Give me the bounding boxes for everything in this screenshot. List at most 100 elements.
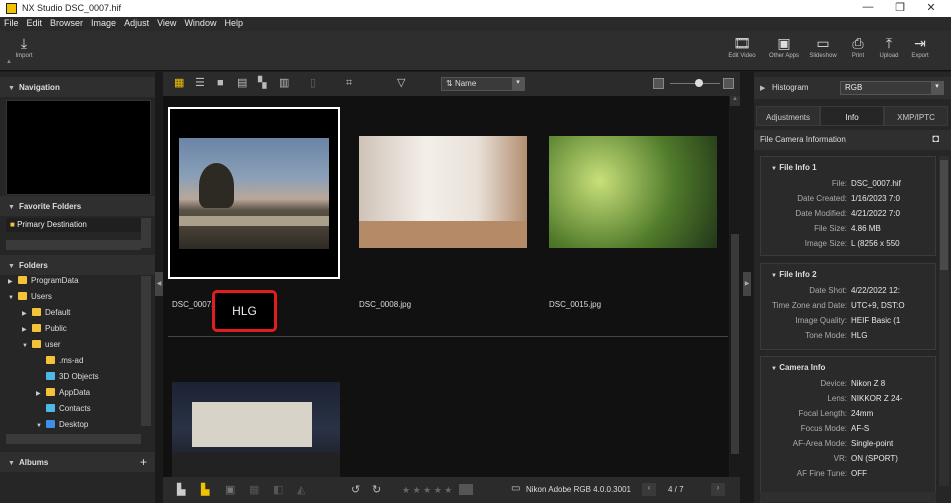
thumb-small-icon[interactable] <box>653 78 664 89</box>
minimize-button[interactable]: — <box>855 1 881 13</box>
info-vscroll[interactable] <box>939 156 949 486</box>
folder-user[interactable]: ▼ user <box>0 340 140 355</box>
collapse-icon: ▼ <box>8 460 15 467</box>
menu-image[interactable]: Image <box>87 17 120 29</box>
filter-icon[interactable]: ▽ <box>397 78 405 89</box>
tab-info[interactable]: Info <box>820 106 884 126</box>
folders-header[interactable]: ▼ Folders <box>0 255 155 275</box>
sort-select[interactable]: ⇅ Name ▾ <box>441 77 525 91</box>
scroll-thumb[interactable] <box>731 234 739 454</box>
camera-info-title[interactable]: ▼ Camera Info <box>771 363 825 372</box>
menu-file[interactable]: File <box>0 17 23 29</box>
tab-adjustments[interactable]: Adjustments <box>756 106 820 126</box>
folder-contacts[interactable]: Contacts <box>0 404 140 419</box>
collapse-arrow-icon[interactable]: ▲ <box>6 59 12 65</box>
filmstrip-icon[interactable]: ▤ <box>237 78 247 89</box>
collapse-right-icon[interactable]: ▶ <box>743 272 751 296</box>
upload-button[interactable]: ⤒ Upload <box>876 35 902 59</box>
ground-shape <box>172 452 340 477</box>
thumbnail-grid-icon[interactable]: ▦ <box>174 78 184 89</box>
rotate-right-icon[interactable]: ↻ <box>372 485 381 496</box>
import-button[interactable]: ⤓ Import <box>8 35 40 59</box>
info-row: Date Created: 1/16/2023 7:0 <box>761 194 937 206</box>
next-image-button[interactable]: › <box>711 483 725 496</box>
thumbnail-image[interactable] <box>172 382 340 477</box>
slideshow-label: Slideshow <box>809 53 837 59</box>
star-rating[interactable]: ★ ★ ★ ★ ★ <box>402 485 452 496</box>
info-value: DSC_0007.hif <box>851 179 901 188</box>
primary-destination-item[interactable]: ■ Primary Destination <box>6 218 141 232</box>
gallery-vscroll[interactable]: ▲ <box>730 96 740 477</box>
folder-icon <box>18 292 27 300</box>
fit-icon[interactable]: ⌗ <box>346 78 352 89</box>
close-button[interactable]: ✕ <box>918 1 944 14</box>
info-icon[interactable]: ▣ <box>225 485 235 496</box>
prev-image-button[interactable]: ‹ <box>642 483 656 496</box>
thumbnail-image[interactable] <box>549 136 717 248</box>
scroll-up-icon[interactable]: ▲ <box>730 96 740 106</box>
scroll-thumb[interactable] <box>940 160 948 270</box>
info-hscroll[interactable] <box>760 492 936 502</box>
compare-2-icon[interactable]: ▥ <box>279 78 289 89</box>
label-tool-icon[interactable]: ▙ <box>201 485 209 496</box>
info-value: OFF <box>851 469 867 478</box>
folder-users[interactable]: ▼ Users <box>0 292 140 307</box>
slideshow-button[interactable]: ▭ Slideshow <box>806 35 840 59</box>
histogram-header[interactable]: ▶ Histogram RGB ▾ <box>754 77 951 99</box>
thumbnail-list-icon[interactable]: ☰ <box>195 78 205 89</box>
file-info-1-title[interactable]: ▼ File Info 1 <box>771 163 817 172</box>
menu-edit[interactable]: Edit <box>23 17 47 29</box>
compare-icon[interactable]: ▚ <box>258 78 266 89</box>
thumb-large-icon[interactable] <box>723 78 734 89</box>
folder-public[interactable]: ▶ Public <box>0 324 140 339</box>
thumbnail-image[interactable] <box>359 136 527 248</box>
menu-browser[interactable]: Browser <box>46 17 87 29</box>
grid-icon[interactable]: ▦ <box>249 485 259 496</box>
tab-xmp-iptc[interactable]: XMP/IPTC <box>884 106 948 126</box>
print-button[interactable]: ⎙ Print <box>846 35 870 59</box>
favorite-folders-header[interactable]: ▼ Favorite Folders <box>0 196 155 216</box>
slider-handle[interactable] <box>695 79 703 87</box>
menu-view[interactable]: View <box>153 17 180 29</box>
folder-default[interactable]: ▶ Default <box>0 308 140 323</box>
folder-appdata[interactable]: ▶ AppData <box>0 388 140 403</box>
maximize-button[interactable]: ❐ <box>887 1 913 14</box>
rotate-left-icon[interactable]: ↺ <box>351 485 360 496</box>
export-button[interactable]: ⇥ Export <box>907 35 933 59</box>
other-apps-button[interactable]: ▣ Other Apps <box>766 35 802 59</box>
compare-icon[interactable]: ◧ <box>273 485 283 496</box>
edit-video-button[interactable]: 🎞 Edit Video <box>727 35 757 59</box>
left-splitter[interactable]: ◀ <box>155 72 163 503</box>
folder-ms-ad[interactable]: .ms-ad <box>0 356 140 371</box>
image-viewer-icon[interactable]: ■ <box>217 78 224 89</box>
menu-adjust[interactable]: Adjust <box>120 17 153 29</box>
favorites-vscroll[interactable] <box>141 218 151 248</box>
folder-programdata[interactable]: ▶ ProgramData <box>0 276 140 291</box>
adjust-thumb-icon[interactable]: ▯ <box>310 78 316 89</box>
histogram-icon[interactable]: ◭ <box>297 485 305 496</box>
rotate-tool-icon[interactable]: ▙ <box>177 485 185 496</box>
thumbnail-selected-frame[interactable] <box>168 107 340 279</box>
folder-desktop[interactable]: ▼ Desktop <box>0 420 140 432</box>
histogram-mode-select[interactable]: RGB ▾ <box>840 81 944 95</box>
right-splitter[interactable]: ▶ <box>740 72 754 503</box>
folders-vscroll[interactable] <box>141 276 151 426</box>
info-row: Tone Mode: HLG <box>761 331 937 343</box>
camera-icon[interactable]: ◘ <box>932 133 939 145</box>
collapse-left-icon[interactable]: ◀ <box>155 272 163 296</box>
favorites-hscroll[interactable] <box>6 240 141 250</box>
label-color-swatch[interactable] <box>459 484 473 495</box>
info-value: 4/21/2022 7:0 <box>851 209 900 218</box>
other-apps-icon: ▣ <box>777 35 791 51</box>
albums-header[interactable]: ▼ Albums + <box>0 452 155 472</box>
file-info-2-title[interactable]: ▼ File Info 2 <box>771 270 817 279</box>
upload-label: Upload <box>879 53 899 59</box>
folder-3d-objects[interactable]: 3D Objects <box>0 372 140 387</box>
folders-hscroll[interactable] <box>6 434 141 444</box>
add-album-button[interactable]: + <box>140 455 147 469</box>
menu-help[interactable]: Help <box>220 17 247 29</box>
file-info-1-section: ▼ File Info 1 File: DSC_0007.hif Date Cre… <box>760 156 936 256</box>
folder-label: AppData <box>59 388 91 397</box>
navigation-header[interactable]: ▼ Navigation <box>0 77 155 97</box>
menu-window[interactable]: Window <box>180 17 220 29</box>
